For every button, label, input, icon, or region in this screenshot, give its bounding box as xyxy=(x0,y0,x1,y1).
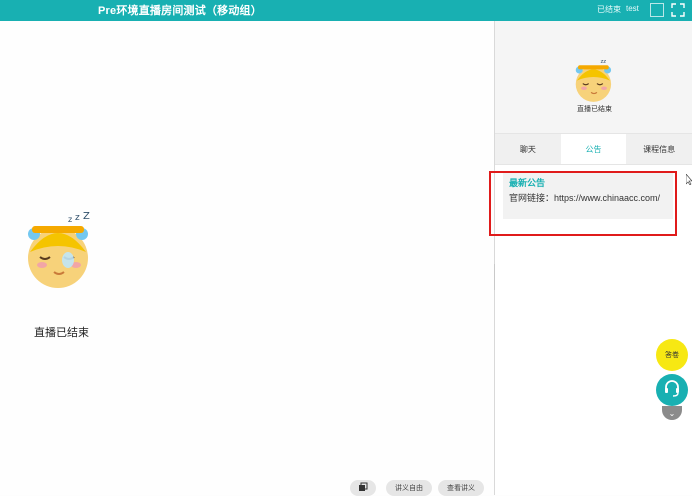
sidebar-header: zz 直播已结束 xyxy=(495,21,692,133)
sidebar: zz 直播已结束 聊天 公告 课程信息 最新公告 官网链接：https://ww… xyxy=(495,21,692,495)
mouse-cursor-icon xyxy=(685,172,692,186)
tab-course-info[interactable]: 课程信息 xyxy=(626,134,692,164)
sidebar-tabs: 聊天 公告 课程信息 xyxy=(495,133,692,165)
fullscreen-icon[interactable] xyxy=(671,3,685,17)
svg-text:z: z xyxy=(68,215,72,224)
answer-sheet-button[interactable]: 答卷 xyxy=(656,339,688,371)
copy-icon xyxy=(358,482,368,494)
live-status-text: 已结束 xyxy=(597,5,621,14)
view-handout-button[interactable]: 查看讲义 xyxy=(438,480,484,496)
customer-support-button[interactable] xyxy=(656,374,688,406)
sleeping-face-icon: z z Z xyxy=(20,211,98,295)
sidebar-ended-message: 直播已结束 xyxy=(577,106,612,113)
copy-button[interactable] xyxy=(350,480,376,496)
tab-announcement[interactable]: 公告 xyxy=(560,134,627,164)
username: test xyxy=(626,4,639,13)
sleeping-face-small-icon: zz xyxy=(571,57,617,108)
highlight-box xyxy=(489,171,677,236)
svg-text:z: z xyxy=(75,213,80,223)
restore-window-button[interactable] xyxy=(650,3,664,17)
stream-ended-message: 直播已结束 xyxy=(34,327,89,339)
svg-text:Z: Z xyxy=(83,212,90,222)
headset-icon xyxy=(663,379,681,402)
svg-text:zz: zz xyxy=(600,59,606,65)
tab-chat[interactable]: 聊天 xyxy=(495,134,561,164)
window-titlebar: Pre环境直播房间测试（移动组） 已结束 test xyxy=(0,0,692,21)
room-title: Pre环境直播房间测试（移动组） xyxy=(98,5,262,17)
chevron-down-icon: ⌄ xyxy=(668,408,676,418)
handout-free-button[interactable]: 讲义自由 xyxy=(386,480,432,496)
